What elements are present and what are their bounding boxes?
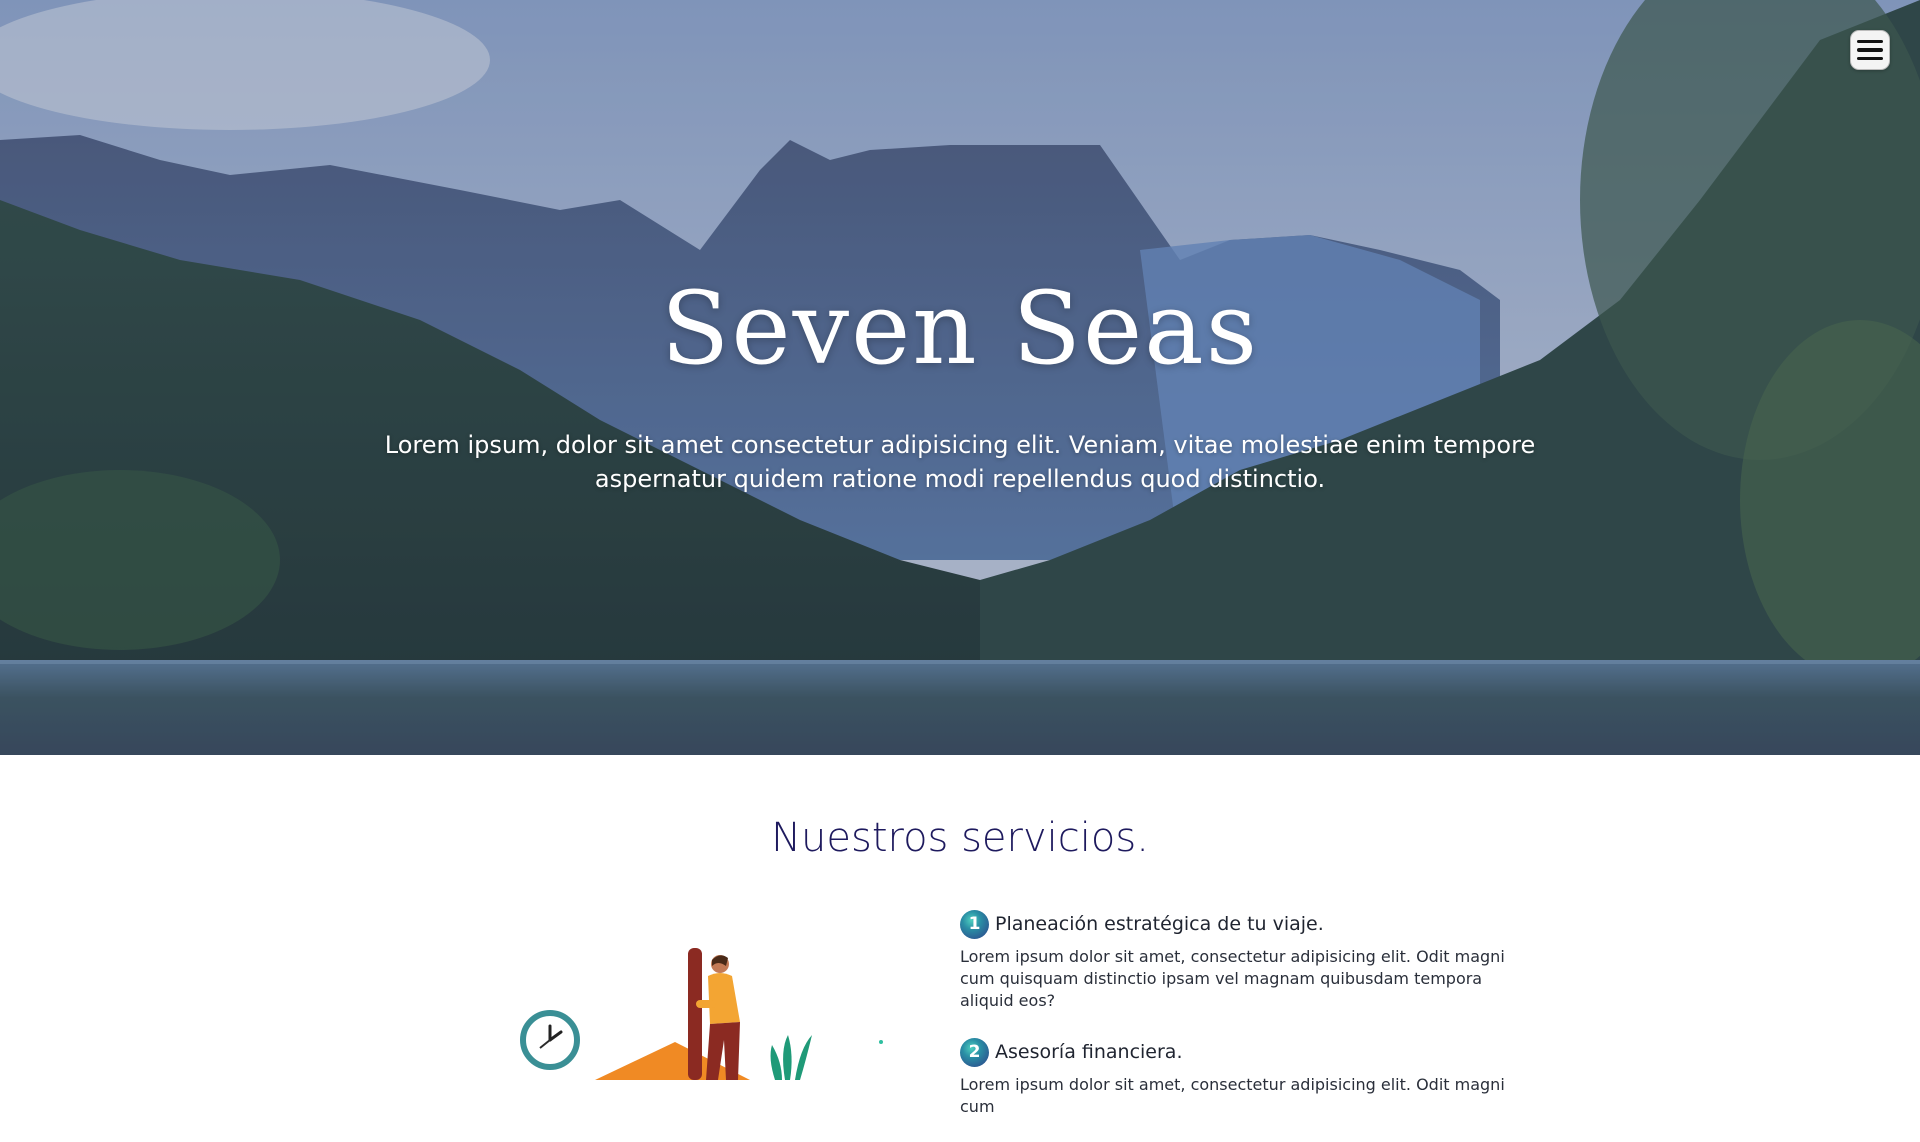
plant-icon — [770, 1035, 812, 1080]
hero-banner: Seven Seas Lorem ipsum, dolor sit amet c… — [0, 0, 1920, 755]
service-description: Lorem ipsum dolor sit amet, consectetur … — [960, 1075, 1505, 1116]
service-number-badge: 2 — [960, 1037, 989, 1067]
service-header: 2 Asesoría financiera. — [960, 1036, 1505, 1068]
hamburger-menu-icon[interactable] — [1850, 30, 1890, 70]
services-heading: Nuestros servicios. — [771, 815, 1149, 861]
travel-planning-illustration — [520, 948, 883, 1080]
hero-subtitle: Lorem ipsum, dolor sit amet consectetur … — [384, 431, 1536, 493]
services-list: 1 Planeación estratégica de tu viaje. Lo… — [960, 908, 1505, 1142]
service-title: Asesoría financiera. — [995, 1041, 1183, 1063]
service-header: 1 Planeación estratégica de tu viaje. — [960, 908, 1505, 940]
service-item: 1 Planeación estratégica de tu viaje. Lo… — [960, 908, 1505, 1012]
clock-icon — [520, 1010, 580, 1070]
service-item: 2 Asesoría financiera. Lorem ipsum dolor… — [960, 1036, 1505, 1118]
menu-line — [1857, 48, 1883, 52]
menu-line — [1857, 56, 1883, 61]
menu-line — [1857, 39, 1883, 44]
service-title: Planeación estratégica de tu viaje. — [995, 913, 1324, 935]
hero-title: Seven Seas — [660, 270, 1260, 387]
person-figure — [688, 948, 740, 1080]
service-description: Lorem ipsum dolor sit amet, consectetur … — [960, 947, 1505, 1010]
service-number-badge: 1 — [960, 909, 989, 939]
